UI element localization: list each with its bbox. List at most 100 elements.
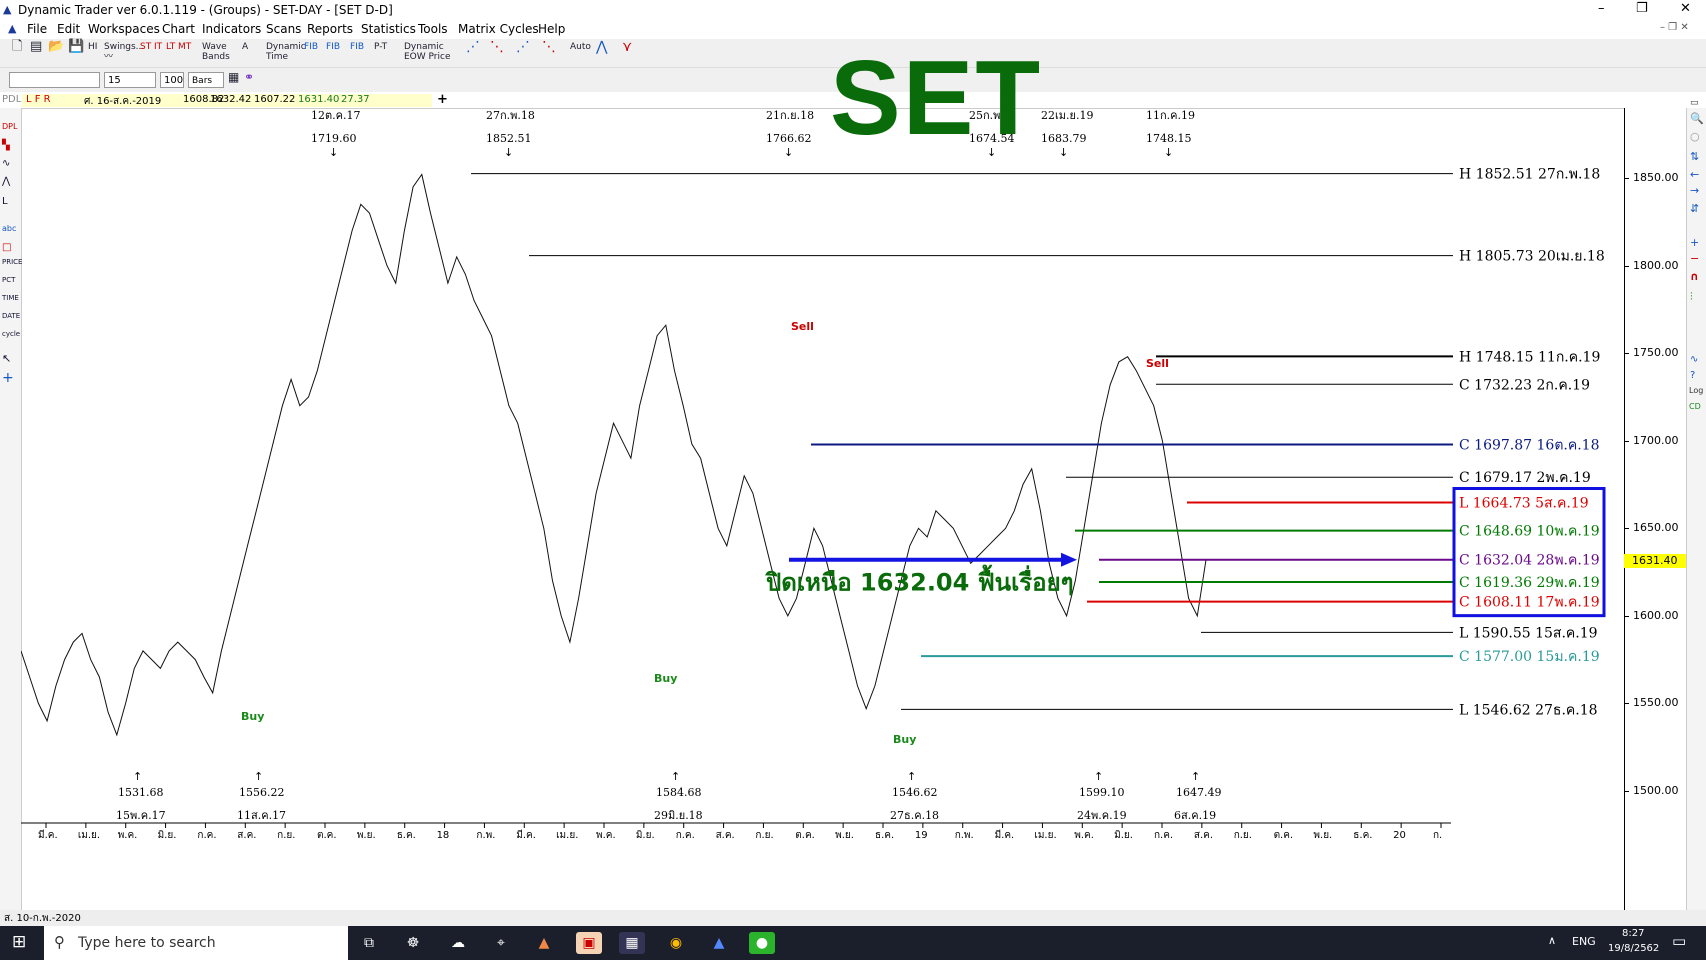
help-icon[interactable]: ? (1690, 370, 1695, 381)
language-indicator[interactable]: ENG (1572, 935, 1596, 948)
price-axis[interactable]: 1850.00 1800.00 1750.00 1700.00 1650.00 1600.… (1624, 108, 1687, 910)
open-folder-icon[interactable]: 📂 (48, 40, 64, 64)
menu-workspaces[interactable]: Workspaces (88, 22, 160, 36)
remove-pane-icon[interactable]: − (1690, 252, 1699, 265)
tray-chevron-icon[interactable]: ∧ (1548, 934, 1556, 947)
menu-matrix-cycles[interactable]: Matrix Cycles (458, 22, 539, 36)
fib-time2-button[interactable]: FIB (326, 42, 340, 64)
lt-button[interactable]: LT (166, 42, 175, 64)
mt-button[interactable]: MT (178, 42, 191, 64)
app-chart-icon[interactable]: ▣ (576, 932, 602, 954)
pointer-tool-icon[interactable]: ↖ (2, 352, 11, 365)
bottom-marker-date: 15พ.ค.17 (116, 809, 166, 822)
dpl-tool[interactable]: DPL (2, 122, 17, 131)
time-tool[interactable]: TIME (2, 294, 19, 302)
it-button[interactable]: IT (154, 42, 162, 64)
line-tool-icon[interactable]: ∿ (2, 158, 10, 169)
panel-toggle-icon[interactable]: ▭ (1690, 98, 1699, 108)
pt-button[interactable]: P-T (374, 42, 387, 64)
auto-button[interactable]: Auto (570, 42, 591, 64)
notification-icon[interactable]: ▭ (1672, 932, 1686, 950)
menu-scans[interactable]: Scans (266, 22, 301, 36)
infobar-prefix[interactable]: L F R (26, 94, 51, 105)
pct-tool[interactable]: PCT (2, 276, 15, 284)
scroll-left-icon[interactable]: ← (1690, 168, 1699, 181)
pattern-tool-6-icon[interactable]: ⋎ (622, 40, 632, 64)
bottom-marker-date: 29มิ.ย.18 (654, 809, 703, 822)
scroll-up-icon[interactable]: ⇅ (1690, 150, 1699, 163)
close-button[interactable]: ✕ (1680, 1, 1691, 16)
menu-tools[interactable]: Tools (418, 22, 448, 36)
menu-edit[interactable]: Edit (57, 22, 80, 36)
menu-reports[interactable]: Reports (307, 22, 353, 36)
compress-icon[interactable]: ⇵ (1690, 202, 1699, 215)
dynamic-time-button[interactable]: Dynamic Time (266, 42, 306, 64)
maps-icon[interactable]: ⌖ (488, 932, 514, 954)
wave-icon[interactable]: ∿ (1690, 354, 1698, 365)
pattern-tool-4-icon[interactable]: ⋱ (542, 40, 556, 64)
bars-unit-combo[interactable]: Bars (188, 72, 224, 88)
fib-time3-button[interactable]: FIB (350, 42, 364, 64)
magnet-icon[interactable]: ∩ (1690, 270, 1699, 283)
new-chart-icon[interactable]: ▤ (30, 40, 42, 64)
taskbar-search-box[interactable]: ⚲ Type here to search (44, 926, 348, 960)
chrome-icon[interactable]: ◉ (663, 932, 689, 954)
log-scale-toggle[interactable]: Log (1689, 386, 1703, 395)
marker-tool-icon[interactable]: ▚ (2, 140, 10, 151)
menu-chart[interactable]: Chart (162, 22, 195, 36)
restore-button[interactable]: ❐ (1636, 1, 1648, 16)
zigzag-tool-icon[interactable]: ⋀ (2, 176, 10, 187)
add-pane-icon[interactable]: + (1690, 236, 1699, 249)
minimize-button[interactable]: – (1598, 1, 1605, 16)
bar-icon[interactable]: ⫶ (1690, 290, 1693, 304)
symbol-combo[interactable] (9, 72, 100, 88)
period-combo[interactable]: 15 (104, 72, 156, 88)
grid-icon[interactable]: ▦ (228, 71, 239, 94)
scroll-right-icon[interactable]: → (1690, 184, 1699, 197)
crosshair-tool-icon[interactable]: + (2, 370, 14, 386)
mdi-controls[interactable]: – ❐ ✕ (1660, 22, 1689, 33)
new-file-icon[interactable]: 🗋 (12, 40, 22, 64)
zoom-icon[interactable]: 🔍 (1690, 112, 1704, 125)
task-view-icon[interactable]: ⧉ (356, 932, 382, 954)
menu-file[interactable]: File (27, 22, 47, 36)
save-icon[interactable]: 💾 (68, 40, 84, 64)
pattern-tool-2-icon[interactable]: ⋱ (490, 40, 504, 64)
windows-start-icon[interactable]: ⊞ (12, 932, 26, 952)
cycle-icon[interactable]: ⚭ (244, 71, 254, 94)
date-tool[interactable]: DATE (2, 312, 20, 320)
menu-indicators[interactable]: Indicators (202, 22, 261, 36)
swings-button[interactable]: Swings... 〰 (104, 42, 144, 64)
zoom-out-icon[interactable]: ○ (1690, 130, 1700, 143)
rect-tool-icon[interactable]: □ (2, 242, 11, 253)
a-button[interactable]: A (242, 42, 248, 64)
wave-bands-button[interactable]: Wave Bands (202, 42, 242, 64)
app-triangle-icon[interactable]: ▲ (531, 932, 557, 954)
down-arrow-icon: ↓ (784, 146, 793, 159)
hl-icon[interactable]: HI (88, 42, 97, 64)
price-tool[interactable]: PRICE (2, 258, 22, 266)
clock-date[interactable]: 19/8/2562 (1608, 943, 1659, 954)
pattern-tool-3-icon[interactable]: ⋰ (516, 40, 530, 64)
menu-statistics[interactable]: Statistics (361, 22, 416, 36)
st-button[interactable]: ST (140, 42, 151, 64)
pattern-tool-1-icon[interactable]: ⋰ (466, 40, 480, 64)
clock-time[interactable]: 8:27 (1622, 928, 1644, 939)
dynamic-eow-price-button[interactable]: Dynamic EOW Price (404, 42, 458, 64)
menu-help[interactable]: Help (538, 22, 565, 36)
explorer-icon[interactable]: ☸ (400, 932, 426, 954)
onedrive-icon[interactable]: ☁ (445, 932, 471, 954)
dynamic-trader-icon[interactable]: ▲ (706, 932, 732, 954)
cd-toggle[interactable]: CD (1689, 402, 1701, 411)
fib-time-button[interactable]: FIB (304, 42, 318, 64)
y-tick (1624, 440, 1629, 442)
text-tool[interactable]: abc (2, 224, 16, 233)
cycle-tool[interactable]: cycle (2, 330, 20, 338)
app-window-icon[interactable]: ▦ (619, 932, 645, 954)
add-icon[interactable]: + (437, 92, 448, 107)
pattern-tool-5-icon[interactable]: ⋀ (596, 40, 607, 64)
price-chart[interactable]: H 1852.51 27ก.พ.18 H 1805.73 20เม.ย.18 H 1… (21, 108, 1624, 910)
line-app-icon[interactable]: ● (749, 932, 775, 954)
bars-count-input[interactable]: 100 (160, 72, 184, 88)
l-tool-icon[interactable]: L (2, 196, 8, 207)
